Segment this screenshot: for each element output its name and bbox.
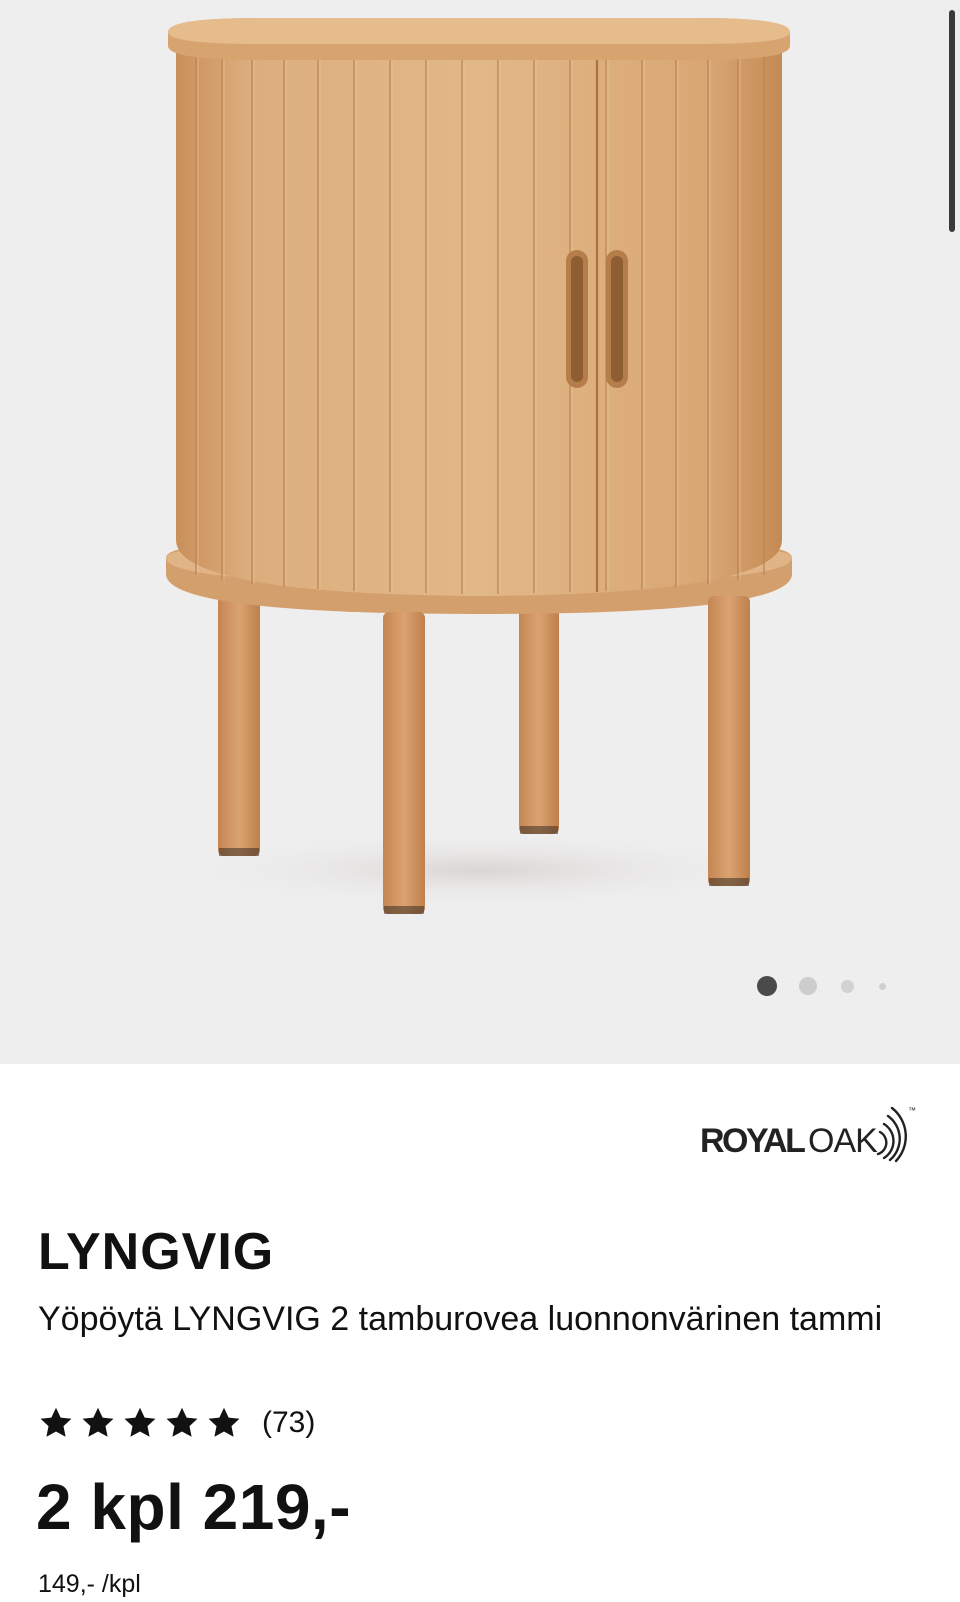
brand-logo-royal: ROYAL	[700, 1122, 806, 1160]
carousel-dot-2[interactable]	[799, 977, 817, 995]
star-icon	[208, 1407, 240, 1437]
star-icon	[40, 1407, 72, 1437]
product-name: LYNGVIG	[38, 1223, 275, 1281]
unit-price: 149,- /kpl	[38, 1570, 141, 1598]
carousel-dot-4[interactable]	[879, 983, 886, 990]
product-image[interactable]	[0, 0, 960, 1064]
star-icon	[124, 1407, 156, 1437]
signal-arcs-icon	[876, 1106, 907, 1163]
product-description: Yöpöytä LYNGVIG 2 tamburovea luonnonväri…	[38, 1300, 883, 1338]
product-price: 2 kpl 219,-	[36, 1471, 351, 1543]
carousel-dot-3[interactable]	[841, 980, 854, 993]
star-icon	[166, 1407, 198, 1437]
rating-stars	[38, 1405, 248, 1441]
product-rating[interactable]: (73)	[38, 1402, 315, 1444]
brand-logo[interactable]: ROYAL OAK ™	[700, 1104, 920, 1166]
scrollbar-thumb[interactable]	[949, 10, 955, 232]
star-icon	[82, 1407, 114, 1437]
product-image-gallery[interactable]	[0, 0, 960, 1064]
brand-trademark: ™	[908, 1106, 916, 1115]
carousel-dot-1[interactable]	[757, 976, 777, 996]
carousel-pagination	[752, 974, 892, 998]
review-count[interactable]: (73)	[262, 1406, 315, 1440]
